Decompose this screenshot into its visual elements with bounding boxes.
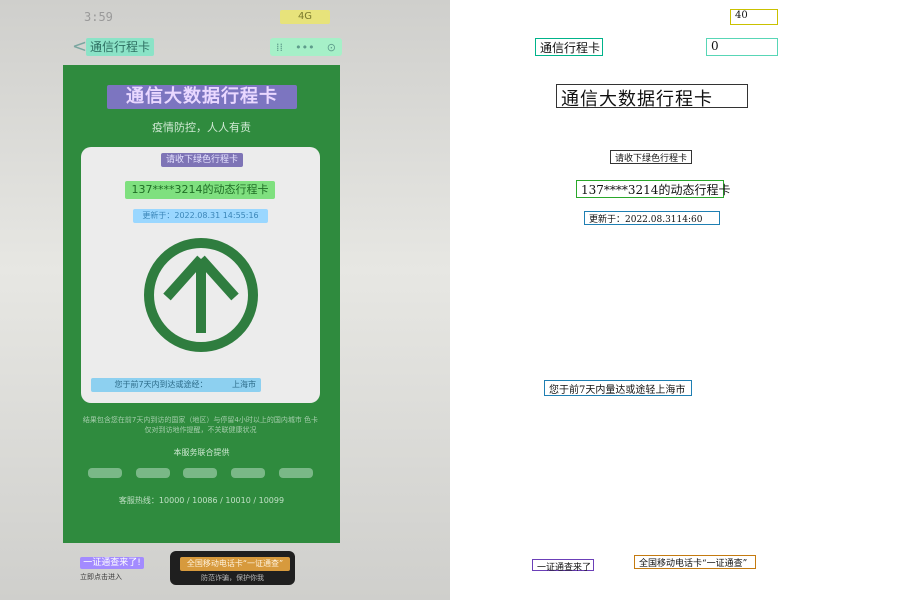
annotation-label: 137****3214的动态行程卡	[581, 183, 731, 197]
hotline-text: 客服热线：10000 / 10086 / 10010 / 10099	[118, 496, 285, 505]
annotation-box-actions: 0	[706, 38, 778, 56]
annotation-box-nav-title: 通信行程卡	[535, 38, 603, 56]
green-arrow-icon	[139, 233, 263, 357]
promo-left-title[interactable]: 一证通查来了!	[80, 557, 144, 569]
annotation-label: 0	[711, 39, 719, 53]
visited-label: 您于前7天内到达或途经：	[91, 378, 231, 392]
annotation-label: 通信大数据行程卡	[561, 89, 713, 110]
status-network: 4G	[280, 10, 330, 24]
card-description: 结果包含您在前7天内到访的国家（地区）与停留4小时以上的国内城市 色卡仅对到访地…	[82, 416, 319, 434]
annotation-box-green-label: 请收下绿色行程卡	[610, 150, 692, 164]
provider-text: 本服务联合提供	[173, 448, 230, 457]
annotation-label: 您于前7天内量达或途轻上海市	[549, 385, 686, 396]
annotation-label: 更新于：2022.08.3114:60	[589, 215, 703, 225]
promo-right-banner[interactable]: 全国移动电话卡“一证通查” 防范诈骗，保护你我	[170, 551, 295, 585]
annotation-box-card-title: 通信大数据行程卡	[556, 84, 748, 110]
annotation-panel: 40 通信行程卡 0 通信大数据行程卡 请收下绿色行程卡 137****3214…	[450, 0, 900, 600]
annotation-box-phone-line: 137****3214的动态行程卡	[576, 180, 730, 198]
carrier-logo	[135, 468, 170, 478]
status-time: 3:59	[84, 10, 113, 24]
carrier-logos	[81, 465, 320, 481]
close-icon[interactable]: ⊙	[327, 41, 336, 54]
annotation-box-updated: 更新于：2022.08.3114:60	[584, 211, 720, 225]
updated-time: 更新于：2022.08.31 14:55:16	[133, 209, 268, 223]
annotation-label: 全国移动电话卡“一证通查”	[639, 559, 748, 569]
annotation-box-status: 40	[730, 9, 778, 25]
nav-title: 通信行程卡	[86, 38, 155, 56]
annotation-box-visited: 您于前7天内量达或途轻上海市	[544, 380, 692, 396]
card-inner-panel: 请收下绿色行程卡 137****3214的动态行程卡 更新于：2022.08.3…	[81, 147, 320, 403]
promo-right-sub: 防范诈骗，保护你我	[201, 574, 264, 582]
grid-icon[interactable]: ⁞⁞	[276, 41, 283, 54]
carrier-logo	[183, 468, 218, 478]
top-nav: < 通信行程卡 ⁞⁞ ••• ⊙	[72, 36, 342, 58]
phone-photo: 3:59 4G < 通信行程卡 ⁞⁞ ••• ⊙ 通信大数据行程卡 疫情防控，人…	[0, 0, 450, 600]
carrier-logo	[87, 468, 122, 478]
annotation-box-promo-right: 全国移动电话卡“一证通查”	[634, 555, 756, 569]
green-card-label: 请收下绿色行程卡	[161, 153, 243, 167]
annotation-label: 40	[735, 10, 748, 21]
promo-left-sub[interactable]: 立即点击进入	[80, 572, 122, 582]
carrier-logo	[231, 468, 266, 478]
promo-right-title[interactable]: 全国移动电话卡“一证通查”	[180, 557, 290, 571]
phone-line: 137****3214的动态行程卡	[125, 181, 275, 199]
card-subtitle: 疫情防控，人人有责	[152, 121, 251, 134]
itinerary-card: 通信大数据行程卡 疫情防控，人人有责 请收下绿色行程卡 137****3214的…	[63, 65, 340, 543]
carrier-logo	[279, 468, 314, 478]
phone-status-area: 3:59 4G < 通信行程卡 ⁞⁞ ••• ⊙	[0, 0, 450, 70]
card-title: 通信大数据行程卡	[107, 85, 297, 109]
more-icon[interactable]: •••	[295, 41, 314, 54]
visited-city: 上海市	[227, 378, 261, 392]
annotation-label: 通信行程卡	[540, 41, 601, 55]
annotation-label: 一证通查来了	[537, 563, 592, 573]
nav-actions[interactable]: ⁞⁞ ••• ⊙	[270, 38, 342, 56]
annotation-label: 请收下绿色行程卡	[615, 154, 688, 164]
annotation-box-promo-left: 一证通查来了	[532, 559, 594, 573]
